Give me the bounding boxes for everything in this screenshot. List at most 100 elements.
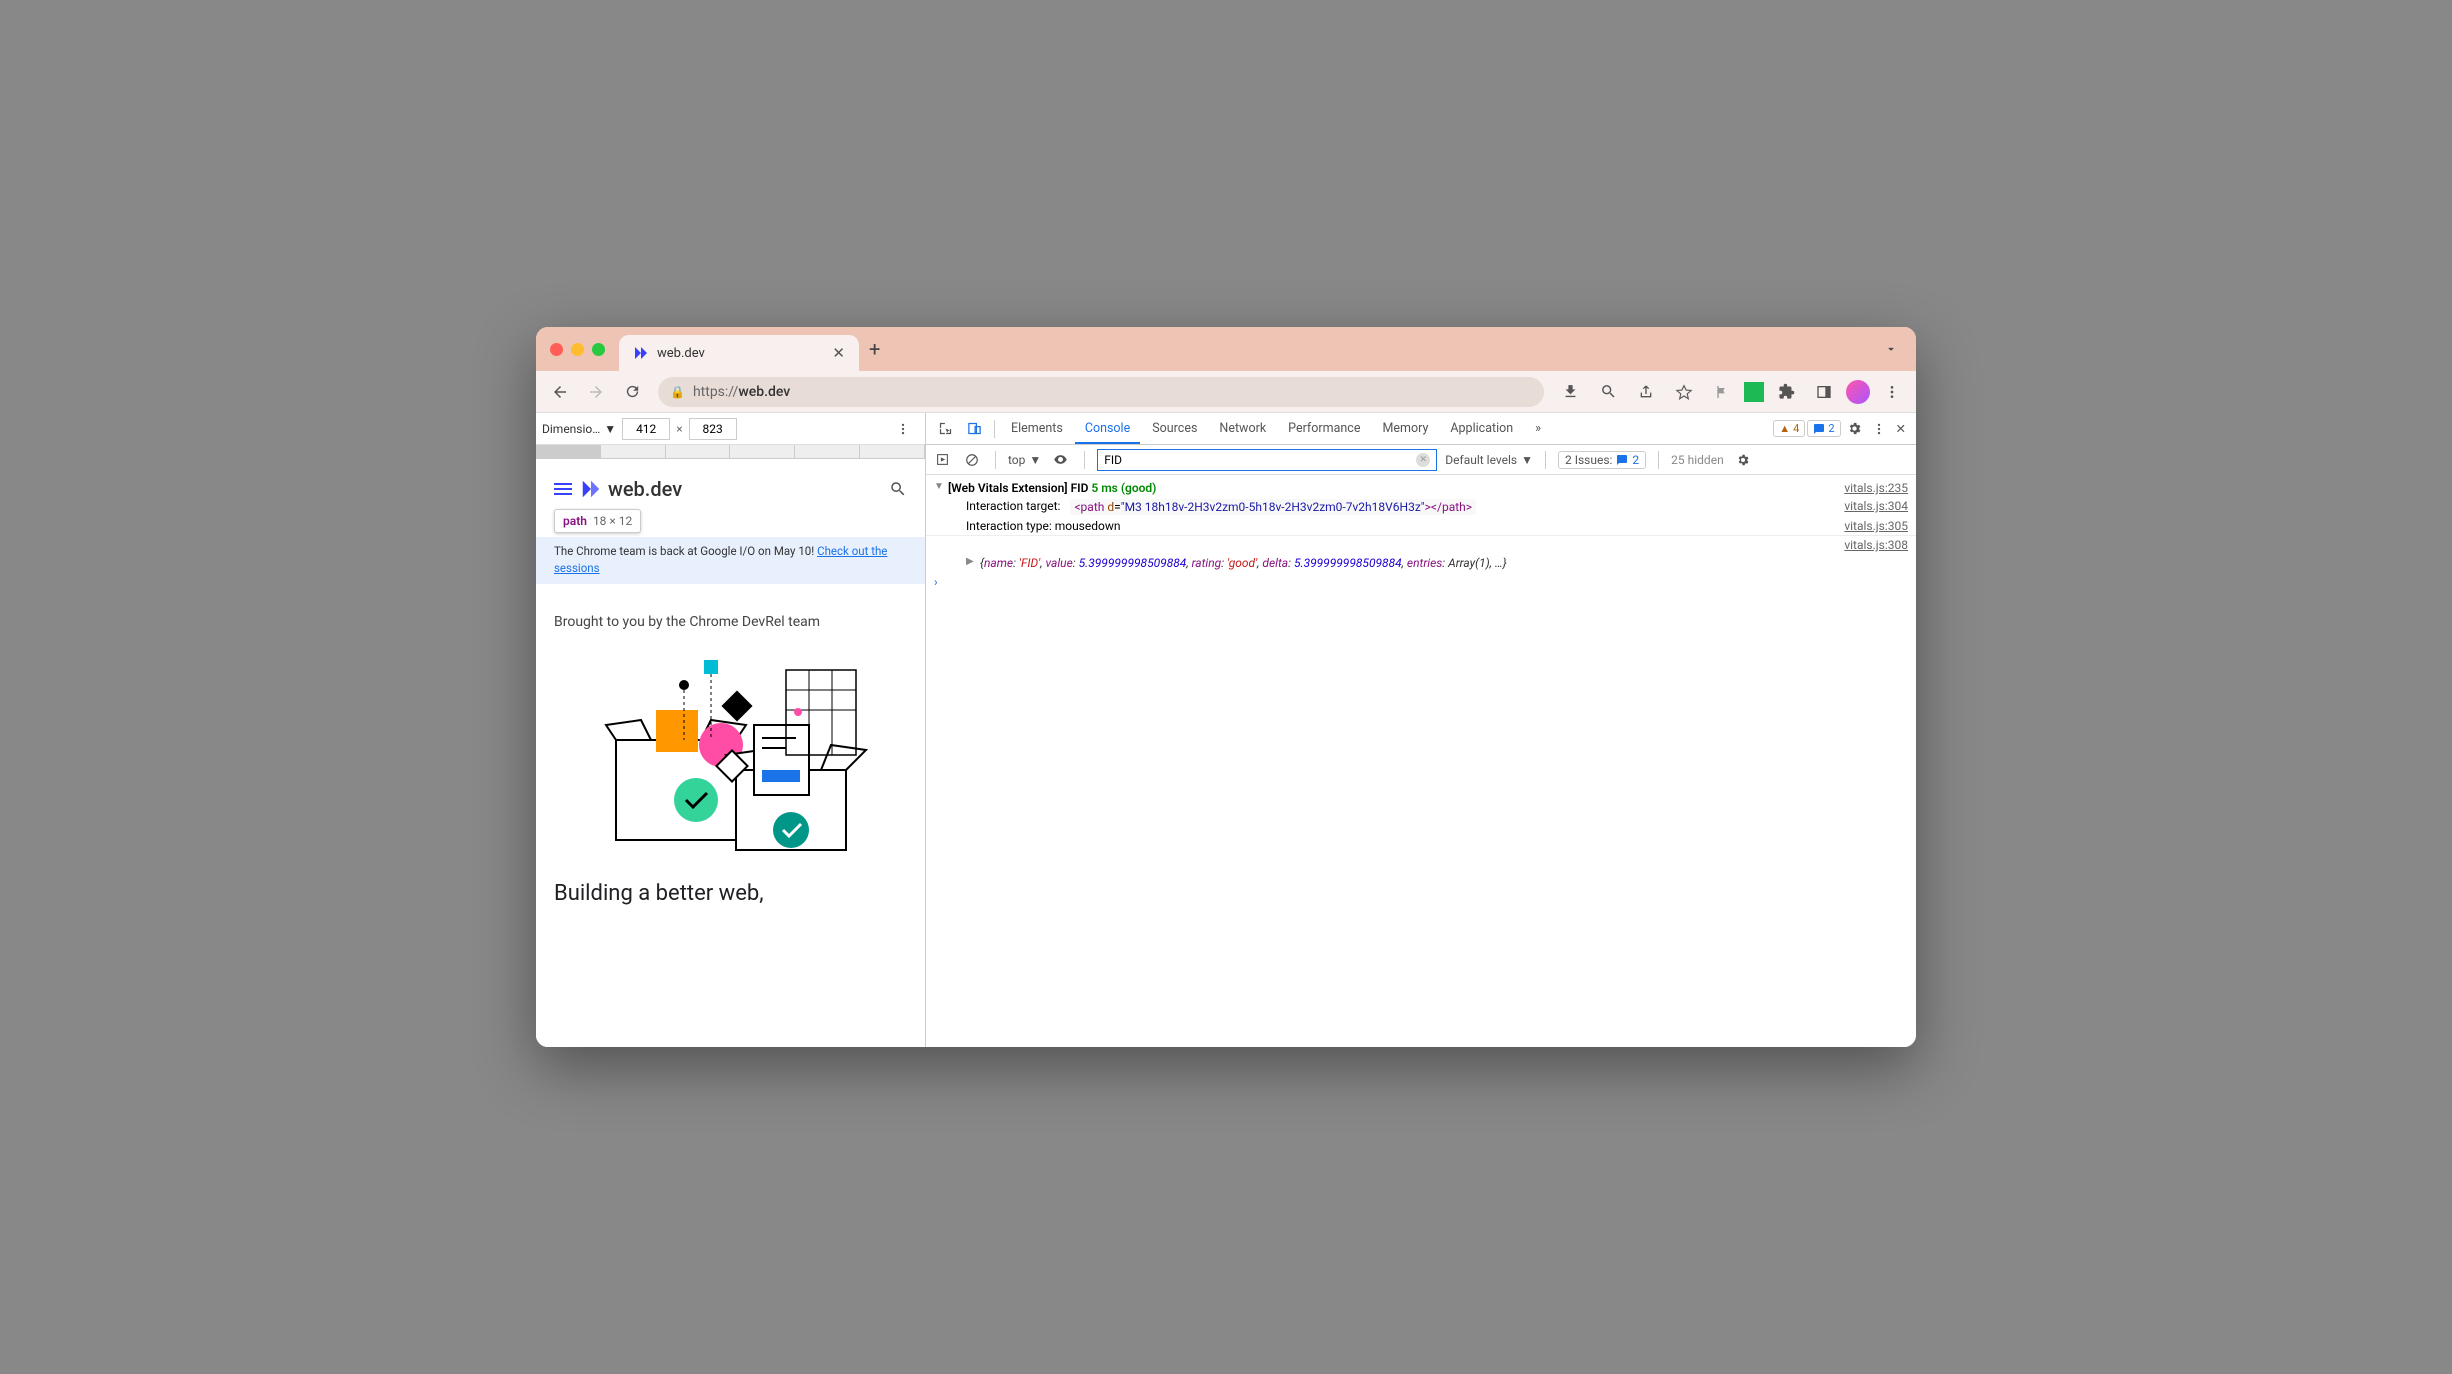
source-link[interactable]: vitals.js:308 [1844, 538, 1908, 552]
page-search-button[interactable] [889, 480, 907, 498]
forward-button[interactable] [580, 376, 612, 408]
hero-illustration [586, 650, 876, 860]
message-icon [1616, 454, 1628, 466]
browser-toolbar: 🔒 https://web.dev [536, 371, 1916, 413]
log-entry[interactable]: Interaction type: mousedown vitals.js:30… [926, 517, 1916, 535]
address-bar[interactable]: 🔒 https://web.dev [658, 377, 1544, 407]
tab-network[interactable]: Network [1209, 413, 1276, 444]
browser-tab[interactable]: web.dev ✕ [619, 335, 859, 371]
tab-elements[interactable]: Elements [1001, 413, 1073, 444]
live-expression-button[interactable] [1049, 450, 1072, 469]
maximize-window-button[interactable] [592, 343, 605, 356]
reload-button[interactable] [616, 376, 648, 408]
tab-application[interactable]: Application [1440, 413, 1523, 444]
devrel-byline: Brought to you by the Chrome DevRel team [554, 614, 907, 630]
announcement-banner: The Chrome team is back at Google I/O on… [536, 537, 925, 584]
expand-caret-icon[interactable]: ▶ [966, 556, 976, 567]
width-input[interactable] [622, 418, 670, 440]
devtools-menu-button[interactable] [1868, 422, 1890, 436]
close-window-button[interactable] [550, 343, 563, 356]
profile-avatar[interactable] [1846, 380, 1870, 404]
warnings-badge[interactable]: ▲4 [1773, 420, 1805, 437]
console-settings-button[interactable] [1732, 453, 1754, 467]
tab-performance[interactable]: Performance [1278, 413, 1370, 444]
log-metric: 5 ms (good) [1091, 481, 1156, 495]
dimensions-dropdown[interactable]: Dimensio… ▼ [542, 422, 616, 436]
log-entry[interactable]: ▶ {name: 'FID', value: 5.399999998509884… [926, 554, 1916, 572]
tab-memory[interactable]: Memory [1372, 413, 1438, 444]
filter-text[interactable] [1104, 453, 1416, 467]
warning-icon: ▲ [1779, 422, 1790, 435]
webdev-logo[interactable]: web.dev [580, 477, 682, 501]
new-tab-button[interactable]: + [869, 337, 880, 361]
webdev-logo-icon [580, 478, 602, 500]
minimize-window-button[interactable] [571, 343, 584, 356]
log-text: Interaction type: mousedown [966, 519, 1121, 533]
source-link[interactable]: vitals.js:235 [1844, 481, 1908, 495]
source-link[interactable]: vitals.js:304 [1844, 499, 1908, 513]
bookmark-button[interactable] [1668, 376, 1700, 408]
info-badge[interactable]: 2 [1807, 420, 1840, 437]
device-toggle-button[interactable] [961, 417, 988, 440]
context-selector[interactable]: top▼ [1008, 453, 1041, 467]
expand-caret-icon[interactable]: ▼ [934, 481, 944, 492]
chevron-down-icon: ▼ [1029, 453, 1041, 467]
share-button[interactable] [1630, 376, 1662, 408]
object-preview: {name: 'FID', value: 5.399999998509884, … [980, 556, 1507, 570]
element-tooltip: path18 × 12 [554, 509, 641, 533]
chevron-down-icon: ▼ [1521, 453, 1533, 467]
devtools-close-button[interactable]: ✕ [1892, 421, 1910, 437]
downloads-button[interactable] [1554, 376, 1586, 408]
browser-window: web.dev ✕ + 🔒 https://web.dev [536, 327, 1916, 1047]
url-host: web.dev [738, 384, 790, 400]
titlebar: web.dev ✕ + [536, 327, 1916, 371]
log-entry[interactable]: Interaction target: <path d="M3 18h18v-2… [926, 497, 1916, 517]
console-prompt[interactable]: › [926, 572, 1916, 592]
clear-filter-button[interactable]: ✕ [1416, 453, 1430, 467]
tabs-dropdown-button[interactable] [1880, 338, 1902, 360]
device-viewport: web.dev path18 × 12 The Chrome team is b… [536, 445, 925, 1047]
dimensions-toolbar: Dimensio… ▼ × [536, 413, 925, 445]
dimensions-label: Dimensio… [542, 422, 600, 436]
close-tab-button[interactable]: ✕ [832, 344, 845, 362]
device-menu-button[interactable] [887, 413, 919, 445]
tooltip-dimensions: 18 × 12 [593, 514, 632, 528]
log-levels-dropdown[interactable]: Default levels▼ [1445, 453, 1533, 467]
traffic-lights [550, 343, 605, 356]
banner-text: The Chrome team is back at Google I/O on… [554, 544, 817, 558]
extensions-button[interactable] [1770, 376, 1802, 408]
console-filter-input[interactable]: ✕ [1097, 449, 1437, 471]
console-clear-button[interactable] [961, 451, 983, 469]
webvitals-extension-icon[interactable] [1744, 382, 1764, 402]
console-output: ▼ [Web Vitals Extension] FID 5 ms (good)… [926, 475, 1916, 1047]
hamburger-menu-button[interactable] [554, 483, 572, 495]
back-button[interactable] [544, 376, 576, 408]
hidden-messages-label: 25 hidden [1671, 453, 1724, 467]
zoom-button[interactable] [1592, 376, 1624, 408]
browser-menu-button[interactable] [1876, 376, 1908, 408]
webdev-logo-text: web.dev [608, 477, 682, 501]
console-run-button[interactable] [932, 451, 953, 468]
console-toolbar: top▼ ✕ Default levels▼ 2 Issues: 2 25 hi… [926, 445, 1916, 475]
url-scheme: https:// [693, 384, 738, 400]
html-snippet: <path d="M3 18h18v-2H3v2zm0-5h18v-2H3v2z… [1070, 499, 1476, 515]
log-entry[interactable]: ▼ [Web Vitals Extension] FID 5 ms (good)… [926, 479, 1916, 497]
height-input[interactable] [689, 418, 737, 440]
viewport-ruler [536, 445, 925, 459]
source-link[interactable]: vitals.js:305 [1844, 519, 1908, 533]
device-preview-panel: Dimensio… ▼ × web.dev [536, 413, 926, 1047]
chevron-down-icon: ▼ [604, 422, 616, 436]
sidepanel-button[interactable] [1808, 376, 1840, 408]
devtools-panel: Elements Console Sources Network Perform… [926, 413, 1916, 1047]
more-tabs-button[interactable]: » [1525, 413, 1551, 444]
log-entry[interactable]: vitals.js:308 [926, 535, 1916, 554]
flag-extension-icon[interactable] [1706, 376, 1738, 408]
page-heading: Building a better web, [554, 880, 907, 909]
tab-sources[interactable]: Sources [1142, 413, 1207, 444]
tab-console[interactable]: Console [1075, 413, 1140, 444]
issues-button[interactable]: 2 Issues: 2 [1558, 451, 1646, 469]
message-icon [1813, 423, 1825, 435]
inspect-element-button[interactable] [932, 417, 959, 440]
log-text: Interaction target: [966, 499, 1060, 513]
devtools-settings-button[interactable] [1843, 421, 1866, 436]
